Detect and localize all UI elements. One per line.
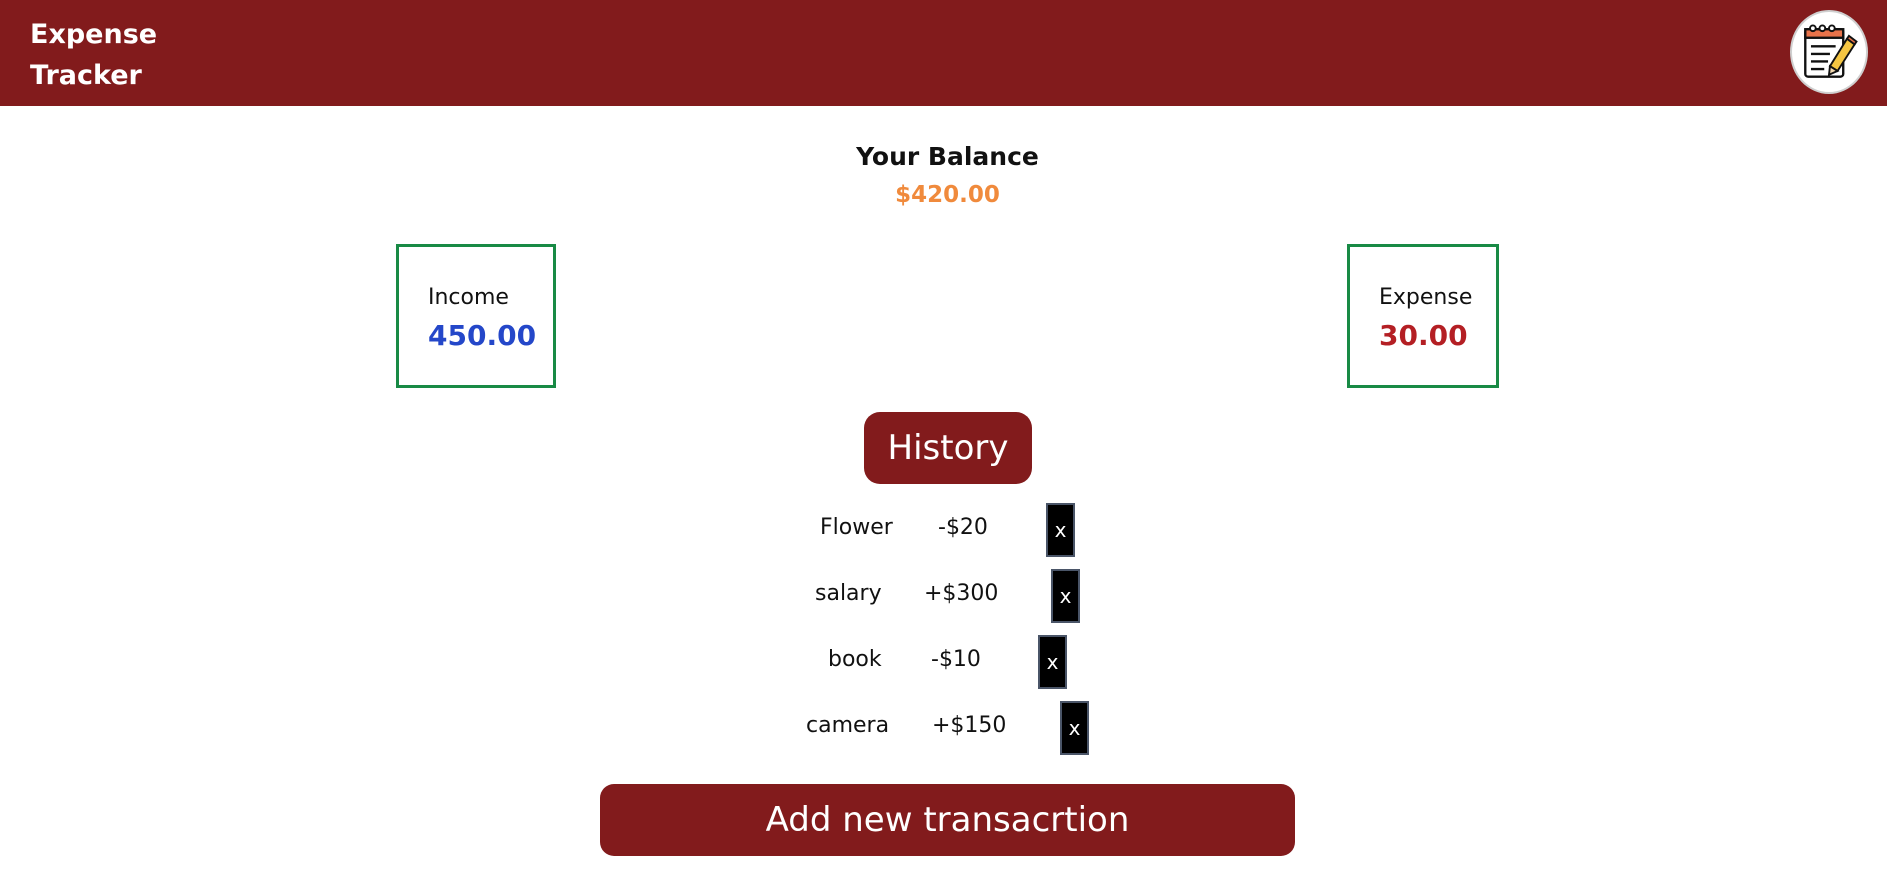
transaction-row: book -$10 x bbox=[800, 635, 1100, 689]
history-button[interactable]: History bbox=[864, 412, 1032, 484]
income-value: 450.00 bbox=[428, 319, 537, 352]
delete-transaction-button[interactable]: x bbox=[1038, 635, 1067, 689]
transaction-name: camera bbox=[806, 713, 890, 738]
balance-label: Your Balance bbox=[856, 142, 1039, 171]
transaction-amount: -$10 bbox=[931, 647, 981, 672]
transaction-amount: +$150 bbox=[932, 713, 1007, 738]
expense-label: Expense bbox=[1379, 285, 1473, 310]
expense-card: Expense 30.00 bbox=[1347, 244, 1499, 388]
notepad-pencil-icon bbox=[1790, 10, 1868, 94]
balance-value: $420.00 bbox=[895, 182, 1000, 208]
income-label: Income bbox=[428, 285, 509, 310]
transaction-amount: +$300 bbox=[924, 581, 999, 606]
top-bar: Expense Tracker bbox=[0, 0, 1887, 106]
app-title-line-2: Tracker bbox=[30, 60, 142, 91]
transaction-row: Flower -$20 x bbox=[800, 503, 1100, 557]
transaction-name: Flower bbox=[820, 515, 893, 540]
transaction-name: salary bbox=[815, 581, 882, 606]
transaction-row: salary +$300 x bbox=[800, 569, 1100, 623]
income-card: Income 450.00 bbox=[396, 244, 556, 388]
transaction-amount: -$20 bbox=[938, 515, 988, 540]
expense-value: 30.00 bbox=[1379, 319, 1468, 352]
delete-transaction-button[interactable]: x bbox=[1051, 569, 1080, 623]
transaction-row: camera +$150 x bbox=[800, 701, 1100, 755]
app-title: Expense Tracker bbox=[30, 14, 230, 96]
add-transaction-button[interactable]: Add new transacrtion bbox=[600, 784, 1295, 856]
transaction-name: book bbox=[828, 647, 882, 672]
delete-transaction-button[interactable]: x bbox=[1046, 503, 1075, 557]
app-title-line-1: Expense bbox=[30, 19, 158, 50]
delete-transaction-button[interactable]: x bbox=[1060, 701, 1089, 755]
